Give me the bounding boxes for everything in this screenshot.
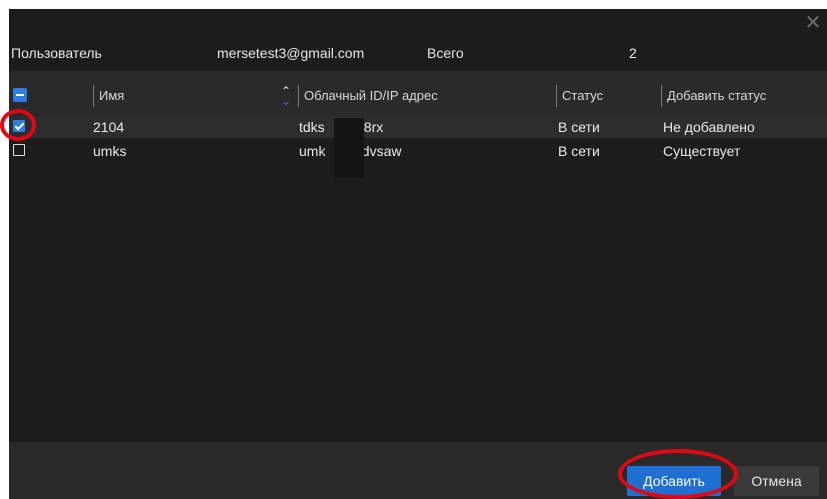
add-status: Не добавлено xyxy=(663,119,755,135)
device-name: 2104 xyxy=(93,119,125,135)
cloud-id: tdks xyxy=(299,119,325,135)
close-icon[interactable]: ✕ xyxy=(803,13,823,33)
user-label: Пользователь xyxy=(11,45,102,61)
column-add-status[interactable]: Добавить статус xyxy=(661,85,766,107)
table-row[interactable]: umks umk odvsaw В сети Существует xyxy=(9,140,827,162)
device-status: В сети xyxy=(558,119,600,135)
cloud-id: umk xyxy=(299,143,326,159)
add-button[interactable]: Добавить xyxy=(627,466,721,496)
column-name[interactable]: Имя xyxy=(93,85,124,107)
dialog-footer: Добавить Отмена xyxy=(9,442,827,499)
device-name: umks xyxy=(93,143,127,159)
device-status: В сети xyxy=(558,143,600,159)
column-cloud-id[interactable]: Облачный ID/IP адрес xyxy=(298,85,438,107)
add-status: Существует xyxy=(663,143,741,159)
user-email: mersetest3@gmail.com xyxy=(217,45,365,61)
cancel-button[interactable]: Отмена xyxy=(734,466,819,496)
account-info-row: Пользователь mersetest3@gmail.com Всего … xyxy=(9,42,827,64)
table-row[interactable]: 2104 tdks 68rx В сети Не добавлено xyxy=(9,116,827,138)
row-checkbox[interactable] xyxy=(13,144,25,156)
add-device-dialog: ✕ Пользователь mersetest3@gmail.com Всег… xyxy=(9,9,827,499)
row-checkbox[interactable] xyxy=(13,120,25,132)
sort-icon[interactable]: ⌃ ⌄ xyxy=(279,85,293,107)
select-all-checkbox[interactable] xyxy=(13,88,27,102)
total-label: Всего xyxy=(427,45,464,61)
table-header: Имя ⌃ ⌄ Облачный ID/IP адрес Статус Добав… xyxy=(9,71,827,121)
column-status[interactable]: Статус xyxy=(556,85,603,107)
redaction-block xyxy=(334,118,364,178)
total-value: 2 xyxy=(629,45,637,61)
